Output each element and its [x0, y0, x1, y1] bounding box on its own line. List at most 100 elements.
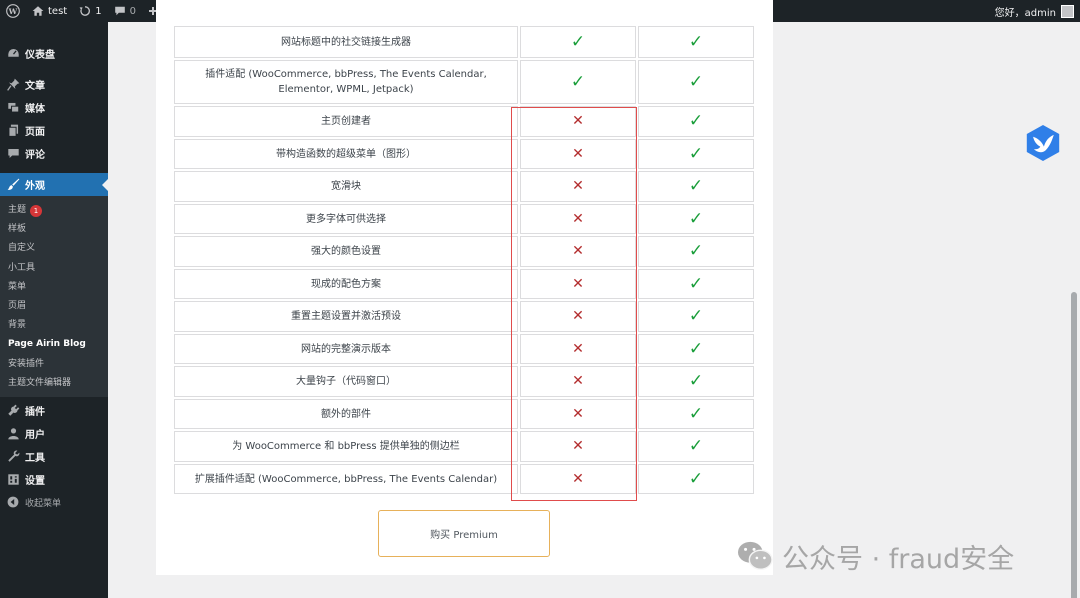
- submenu-customize[interactable]: 自定义: [0, 239, 108, 258]
- menu-media-label: 媒体: [25, 104, 45, 115]
- table-row: 现成的配色方案 ✕ ✓: [174, 269, 756, 299]
- check-icon: ✓: [688, 403, 704, 424]
- premium-cell: ✓: [638, 139, 754, 169]
- check-icon: ✓: [688, 143, 704, 164]
- check-icon: ✓: [688, 241, 704, 261]
- free-cell: ✕: [520, 301, 636, 332]
- submenu-widgets[interactable]: 小工具: [0, 259, 108, 278]
- submenu-menus[interactable]: 菜单: [0, 278, 108, 297]
- submenu-themes-label: 主题: [8, 205, 27, 215]
- submenu-install-plugins[interactable]: 安装插件: [0, 355, 108, 374]
- menu-dashboard[interactable]: 仪表盘: [0, 42, 108, 65]
- menu-users[interactable]: 用户: [0, 422, 108, 445]
- submenu-background[interactable]: 背景: [0, 316, 108, 335]
- my-account[interactable]: 您好，admin: [995, 4, 1080, 19]
- menu-settings-label: 设置: [25, 475, 45, 487]
- check-icon: ✓: [688, 31, 704, 52]
- avatar: [1061, 4, 1074, 18]
- menu-pages[interactable]: 页面: [0, 119, 108, 142]
- submenu-themes[interactable]: 主题 1: [0, 201, 108, 220]
- free-cell: ✕: [520, 269, 636, 299]
- menu-media[interactable]: 媒体: [0, 96, 108, 119]
- submenu-theme-file-editor[interactable]: 主题文件编辑器: [0, 374, 108, 393]
- premium-cell: ✓: [638, 464, 754, 494]
- check-icon: ✓: [688, 273, 704, 294]
- settings-icon: [6, 472, 20, 486]
- free-cell: ✕: [520, 399, 636, 429]
- premium-cell: ✓: [638, 301, 754, 332]
- pin-icon: [6, 78, 20, 92]
- dashboard-icon: [6, 47, 20, 61]
- admin-sidebar: 仪表盘 文章 媒体 页面 评论 外观 主题 1 样板 自定义 小工具 菜单 页眉…: [0, 22, 108, 598]
- premium-cell: ✓: [638, 431, 754, 462]
- collapse-menu-label: 收起菜单: [25, 498, 62, 509]
- svg-text:W: W: [8, 7, 18, 16]
- menu-plugins-label: 插件: [25, 406, 45, 418]
- paintbrush-icon: [6, 178, 20, 192]
- premium-cell: ✓: [638, 236, 754, 267]
- cross-icon: ✕: [572, 405, 584, 422]
- feature-cell: 扩展插件适配 (WooCommerce, bbPress, The Events…: [174, 464, 518, 494]
- table-row: 网站的完整演示版本 ✕ ✓: [174, 334, 756, 364]
- feature-cell: 带构造函数的超级菜单（图形）: [174, 139, 518, 169]
- scrollbar-thumb[interactable]: [1071, 292, 1077, 598]
- cross-icon: ✕: [572, 308, 584, 324]
- premium-cell: ✓: [638, 399, 754, 429]
- menu-appearance[interactable]: 外观: [0, 173, 108, 196]
- free-cell: ✕: [520, 236, 636, 267]
- watermark: 公众号 · fraud安全: [736, 536, 1014, 576]
- feature-cell: 网站标题中的社交链接生成器: [174, 26, 518, 58]
- premium-cell: ✓: [638, 60, 754, 104]
- media-icon: [6, 101, 20, 115]
- page-scrollbar[interactable]: [1068, 22, 1080, 598]
- wordpress-logo-button[interactable]: W: [0, 0, 26, 22]
- updates-link[interactable]: 1: [73, 0, 107, 22]
- buy-premium-button[interactable]: 购买 Premium: [378, 510, 550, 557]
- cross-icon: ✕: [572, 113, 584, 129]
- collapse-icon: [6, 495, 20, 509]
- premium-cell: ✓: [638, 269, 754, 299]
- comments-count: 0: [129, 5, 136, 17]
- free-cell: ✕: [520, 106, 636, 137]
- feature-cell: 插件适配 (WooCommerce, bbPress, The Events C…: [174, 60, 518, 104]
- feature-cell: 主页创建者: [174, 106, 518, 137]
- cross-icon: ✕: [572, 470, 584, 487]
- user-icon: [6, 426, 20, 440]
- submenu-page-airin-blog[interactable]: Page Airin Blog: [0, 335, 108, 354]
- cross-icon: ✕: [572, 340, 584, 357]
- bird-assistant-icon[interactable]: [1025, 124, 1061, 162]
- free-cell: ✕: [520, 431, 636, 462]
- table-row: 扩展插件适配 (WooCommerce, bbPress, The Events…: [174, 464, 756, 494]
- menu-plugins[interactable]: 插件: [0, 399, 108, 422]
- feature-cell: 大量钩子（代码窗口）: [174, 366, 518, 397]
- cross-icon: ✕: [572, 243, 584, 259]
- submenu-header[interactable]: 页眉: [0, 297, 108, 316]
- menu-comments[interactable]: 评论: [0, 142, 108, 165]
- free-cell: ✓: [520, 26, 636, 58]
- comments-link[interactable]: 0: [108, 0, 142, 22]
- check-icon: ✓: [688, 371, 704, 391]
- free-cell: ✕: [520, 171, 636, 202]
- check-icon: ✓: [688, 111, 704, 131]
- free-cell: ✕: [520, 139, 636, 169]
- site-name-link[interactable]: test: [26, 0, 73, 22]
- table-row: 重置主题设置并激活预设 ✕ ✓: [174, 301, 756, 332]
- menu-appearance-label: 外观: [25, 181, 45, 192]
- menu-posts[interactable]: 文章: [0, 73, 108, 96]
- menu-users-label: 用户: [25, 429, 45, 441]
- check-icon: ✓: [688, 468, 704, 489]
- premium-cell: ✓: [638, 171, 754, 202]
- feature-cell: 网站的完整演示版本: [174, 334, 518, 364]
- menu-tools[interactable]: 工具: [0, 445, 108, 468]
- premium-cell: ✓: [638, 106, 754, 137]
- table-row: 网站标题中的社交链接生成器 ✓ ✓: [174, 26, 756, 58]
- menu-comments-label: 评论: [25, 150, 45, 161]
- menu-dashboard-label: 仪表盘: [25, 50, 55, 61]
- check-icon: ✓: [688, 338, 704, 359]
- themes-update-badge: 1: [30, 204, 43, 217]
- menu-settings[interactable]: 设置: [0, 468, 108, 491]
- submenu-patterns[interactable]: 样板: [0, 220, 108, 239]
- feature-cell: 宽滑块: [174, 171, 518, 202]
- menu-posts-label: 文章: [25, 81, 45, 92]
- collapse-menu-button[interactable]: 收起菜单: [0, 491, 108, 514]
